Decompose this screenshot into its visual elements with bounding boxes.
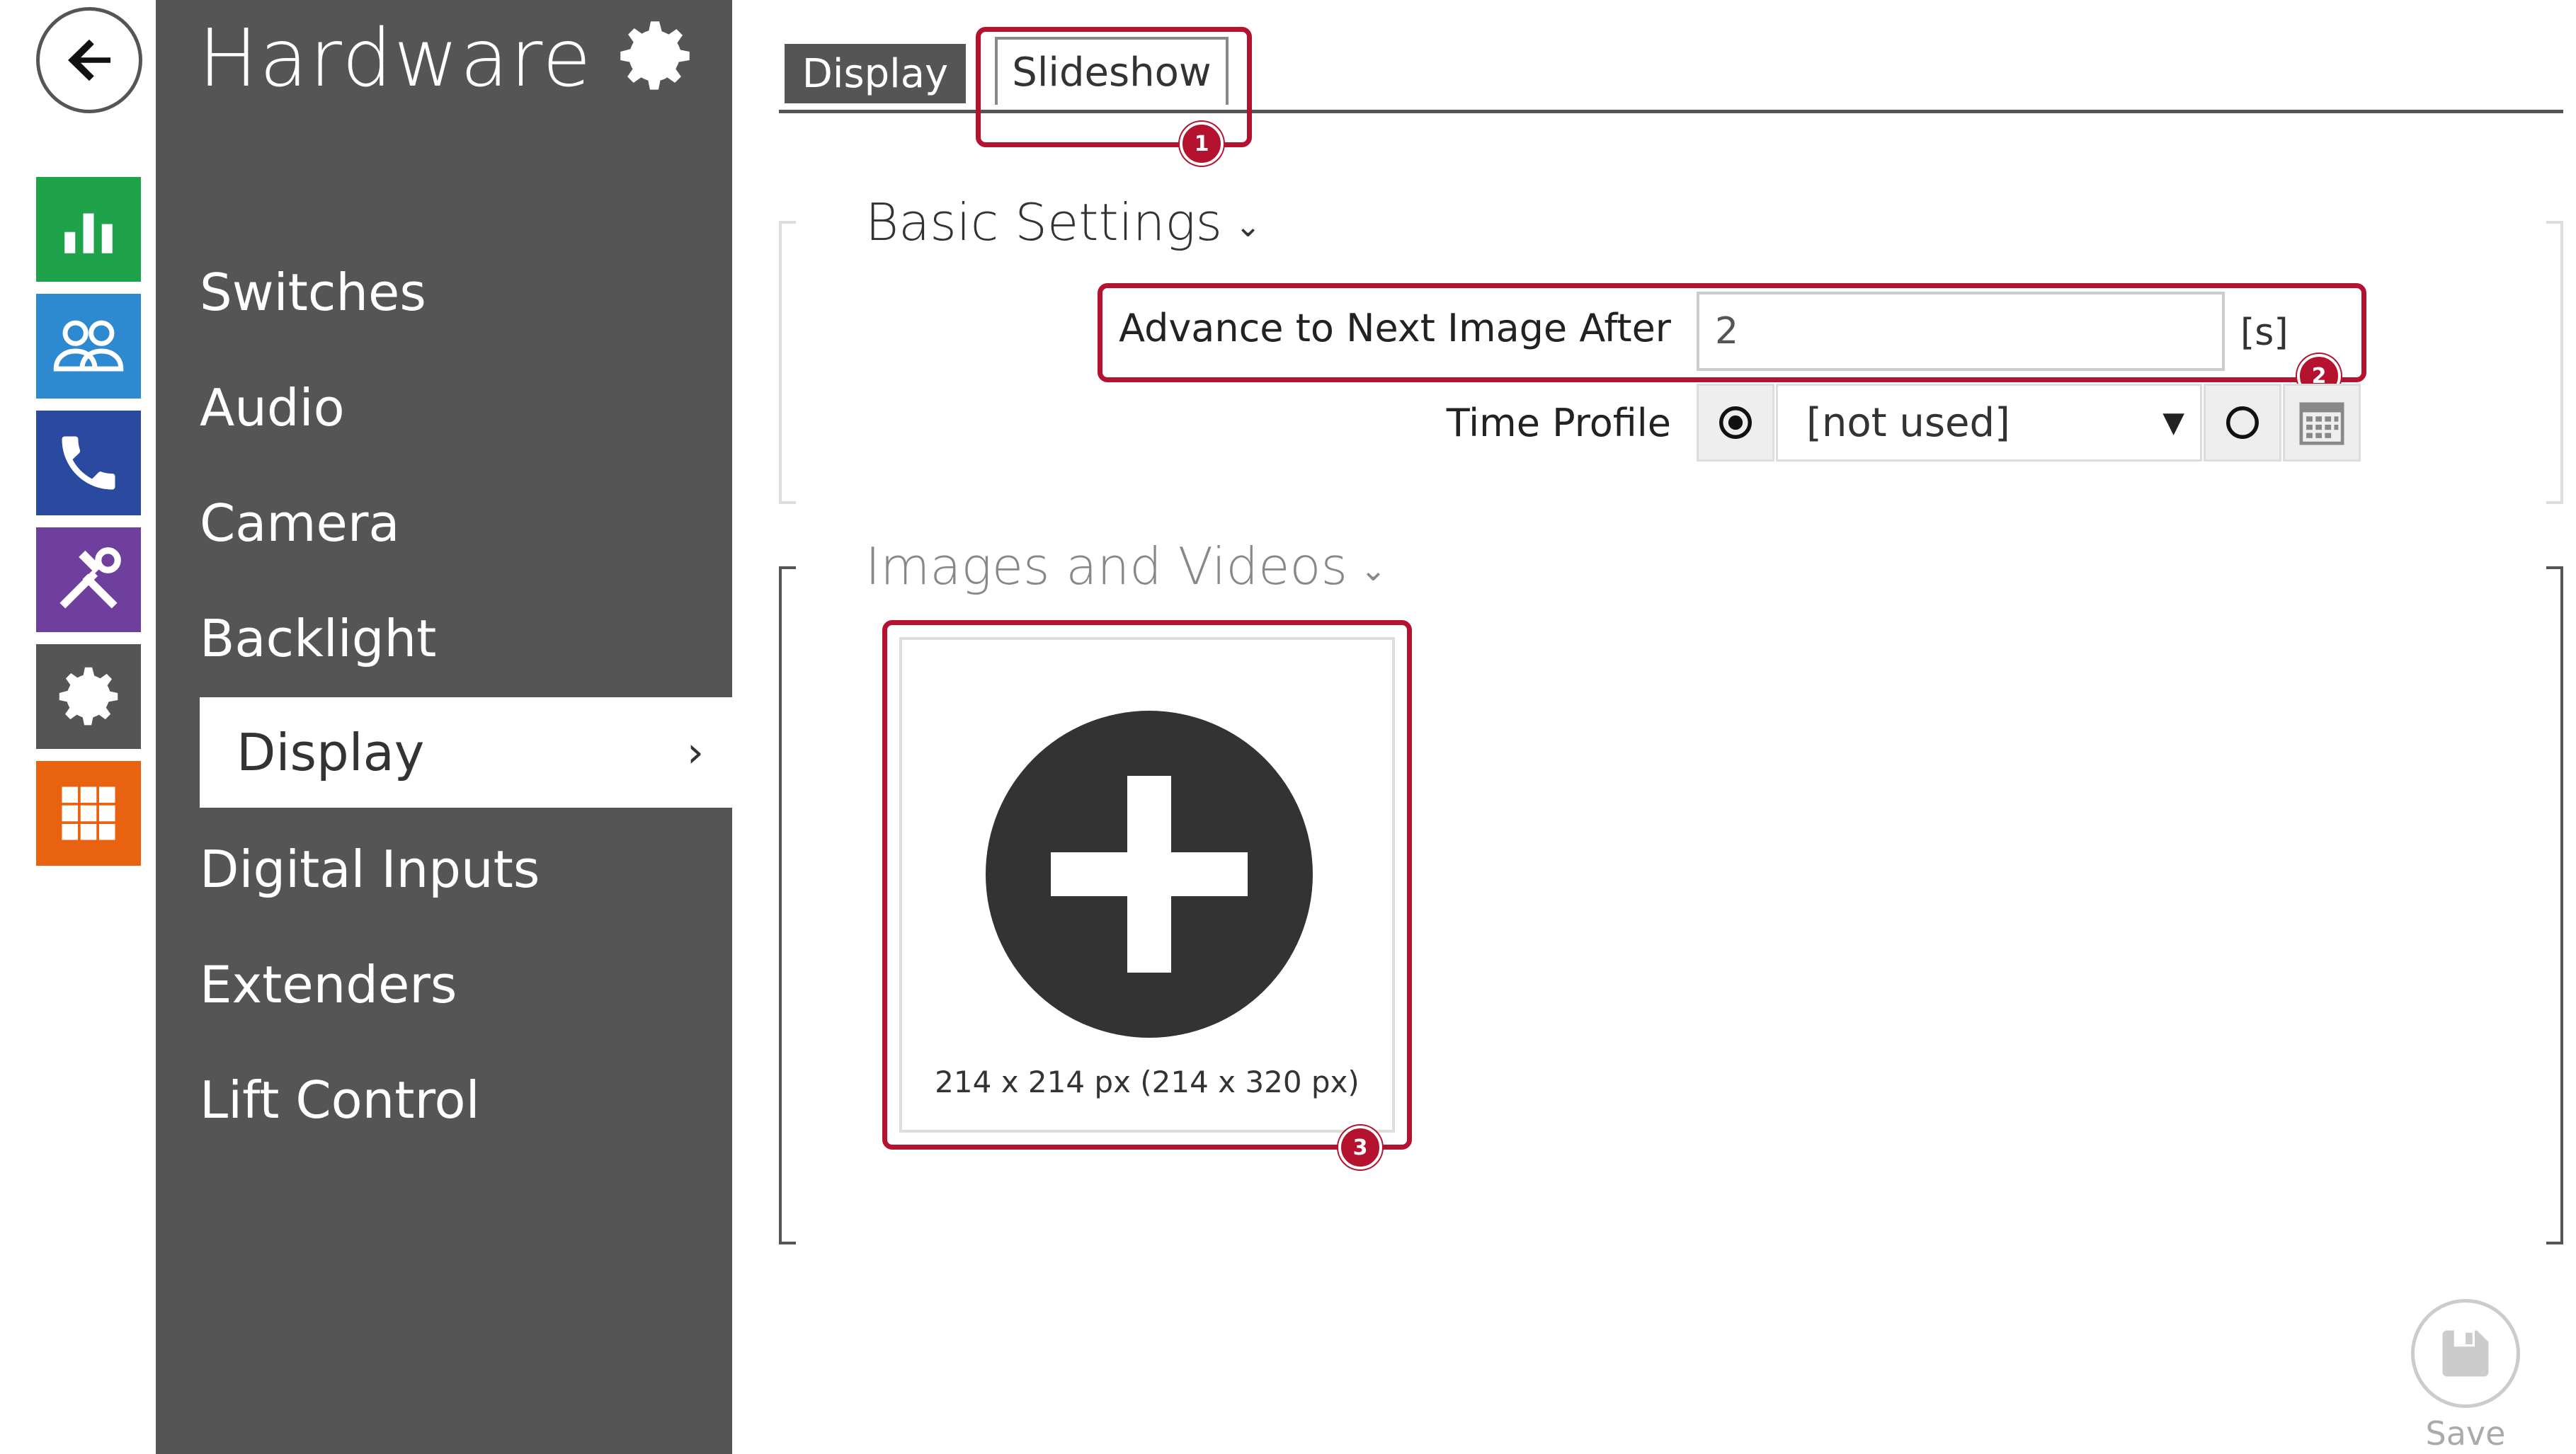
- sidebar-item-extenders[interactable]: Extenders: [200, 929, 732, 1040]
- sidebar-item-label: Display: [236, 723, 425, 782]
- grid-icon: [62, 786, 115, 840]
- sidebar-item-camera[interactable]: Camera: [200, 468, 732, 578]
- media-bracket-right: [2546, 566, 2563, 1244]
- dropdown-arrow-icon: ▼: [2162, 406, 2184, 439]
- sidebar-item-lift-control[interactable]: Lift Control: [200, 1045, 732, 1155]
- advance-interval-input[interactable]: 2: [1697, 292, 2225, 371]
- save-button[interactable]: [2411, 1299, 2520, 1408]
- time-profile-calendar-button[interactable]: [2283, 384, 2361, 462]
- settings-gear-icon[interactable]: [609, 10, 701, 102]
- chevron-right-icon: ›: [687, 728, 704, 777]
- sidebar-item-display[interactable]: Display ›: [200, 697, 732, 808]
- bar-chart-icon: [64, 213, 113, 253]
- advance-label: Advance to Next Image After: [1119, 306, 1671, 350]
- users-icon: [53, 320, 124, 372]
- sidebar-item-digital-inputs[interactable]: Digital Inputs: [200, 814, 732, 925]
- time-profile-value: [not used]: [1806, 399, 2010, 446]
- callout-badge-1: 1: [1180, 122, 1224, 166]
- chevron-down-icon: ⌄: [1235, 208, 1261, 244]
- rail-system-tile[interactable]: [36, 644, 141, 749]
- icon-rail: [0, 0, 156, 1454]
- rail-status-tile[interactable]: [36, 177, 141, 282]
- sidebar-item-audio[interactable]: Audio: [200, 353, 732, 463]
- sidebar-item-switches[interactable]: Switches: [200, 237, 732, 348]
- sidebar-title: Hardware: [198, 13, 593, 105]
- time-profile-radio-unselected[interactable]: [2204, 384, 2281, 462]
- calendar-icon: [2299, 402, 2344, 445]
- upload-image-tile[interactable]: 214 x 214 px (214 x 320 px): [899, 637, 1395, 1133]
- section-bracket-left: [779, 221, 796, 504]
- time-profile-radio-selected[interactable]: [1697, 384, 1774, 462]
- images-videos-title: Images and Videos: [865, 537, 1347, 596]
- time-profile-select[interactable]: [not used] ▼: [1776, 384, 2202, 462]
- time-profile-label: Time Profile: [1446, 401, 1671, 445]
- basic-settings-title: Basic Settings: [865, 193, 1223, 252]
- media-bracket-left: [779, 566, 796, 1244]
- tools-icon: [59, 547, 121, 609]
- callout-badge-3: 3: [1338, 1126, 1382, 1169]
- rail-calls-tile[interactable]: [36, 411, 141, 515]
- rail-directory-tile[interactable]: [36, 294, 141, 399]
- rail-hardware-tile[interactable]: [36, 527, 141, 632]
- tab-display[interactable]: Display: [785, 44, 966, 103]
- chevron-down-icon: ⌄: [1360, 552, 1386, 588]
- sidebar-item-backlight[interactable]: Backlight: [200, 583, 732, 694]
- section-bracket-right: [2546, 221, 2563, 504]
- radio-unchecked-icon: [2226, 406, 2259, 439]
- radio-checked-icon: [1719, 406, 1752, 439]
- back-button[interactable]: [36, 7, 142, 113]
- floppy-disk-icon: [2442, 1330, 2489, 1377]
- upload-size-caption: 214 x 214 px (214 x 320 px): [935, 1065, 1360, 1099]
- hardware-sidebar: Hardware Switches Audio Camera Backlight…: [156, 0, 732, 1454]
- rail-services-tile[interactable]: [36, 761, 141, 866]
- gear-icon: [59, 667, 118, 726]
- add-circle-icon: [986, 711, 1313, 1038]
- basic-settings-header[interactable]: Basic Settings ⌄: [865, 193, 1261, 252]
- back-arrow-icon: [68, 39, 110, 81]
- advance-unit: [s]: [2240, 311, 2289, 354]
- save-label: Save: [2425, 1414, 2506, 1453]
- images-videos-header[interactable]: Images and Videos ⌄: [865, 537, 1386, 596]
- phone-icon: [62, 436, 115, 490]
